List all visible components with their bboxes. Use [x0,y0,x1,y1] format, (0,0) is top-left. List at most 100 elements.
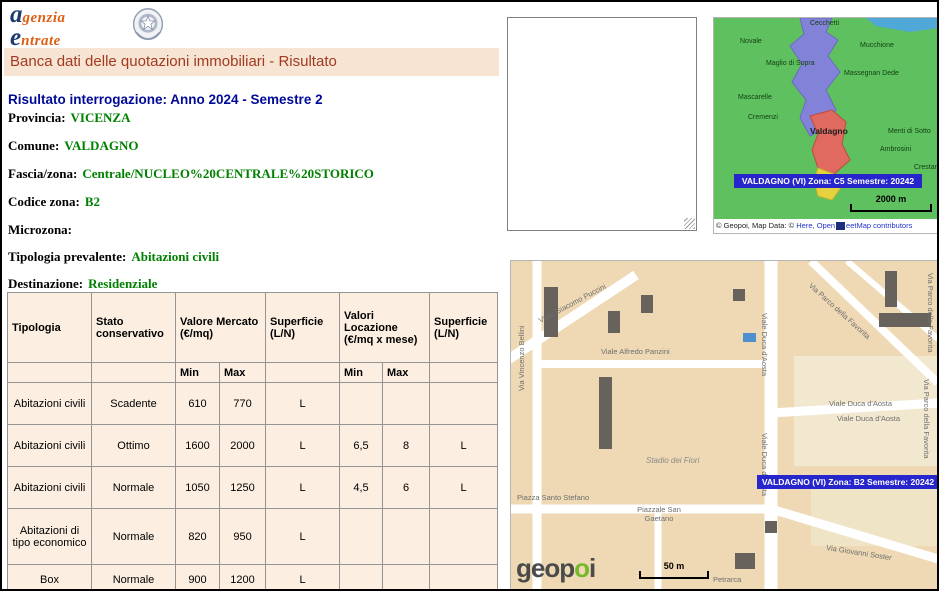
cell-stato: Normale [92,509,176,565]
resize-grip-icon[interactable] [684,218,695,229]
cell-vm-min: 1050 [176,467,220,509]
field-codice-zona: Codice zona:B2 [8,194,100,210]
field-value: Abitazioni civili [131,249,219,264]
cell-tipologia: Abitazioni di tipo economico [8,509,92,565]
zone-map[interactable]: Cecchetti Novale Mucchione Maglio di Sop… [713,17,939,234]
building [765,521,777,533]
table-row: Abitazioni civili Normale 1050 1250 L 4,… [8,467,498,509]
field-label: Destinazione: [8,276,83,291]
field-label: Tipologia prevalente: [8,249,126,264]
cell-tipologia: Abitazioni civili [8,383,92,425]
place-label: Cecchetti [810,20,839,27]
field-tipologia-prevalente: Tipologia prevalente: Abitazioni civili [8,249,219,265]
building [733,289,745,301]
cell-sup2 [430,509,498,565]
field-value: Centrale/NUCLEO%20CENTRALE%20STORICO [82,166,374,181]
col-max-mercato: Max [220,363,266,383]
place-label: Menti di Sotto [888,128,931,135]
col-stato-conservativo: Stato conservativo [92,293,176,363]
result-heading-value: Anno 2024 - Semestre 2 [170,92,322,107]
field-label: Comune: [8,138,59,153]
cell-vl-min: 6,5 [340,425,383,467]
street-label: Piazzale San Gaetano [629,505,689,523]
building [885,271,897,307]
cell-vm-max: 950 [220,509,266,565]
empty-cell [266,363,340,383]
place-label: Ambrosini [880,146,911,153]
col-min-locazione: Min [340,363,383,383]
zone-selection-box[interactable] [507,17,697,231]
table-row: Abitazioni di tipo economico Normale 820… [8,509,498,565]
geopoi-logo-accent: o [574,553,589,583]
building [879,313,931,327]
table-row: Box Normale 900 1200 L [8,565,498,591]
field-fascia-zona: Fascia/zona: Centrale/NUCLEO%20CENTRALE%2… [8,166,374,182]
col-tipologia: Tipologia [8,293,92,363]
italy-emblem-icon [130,6,166,49]
cell-sup2: L [430,425,498,467]
zone-map-scale: 2000 m [850,194,932,212]
place-label: Mascarelle [738,94,772,101]
cell-sup1: L [266,467,340,509]
field-label: Fascia/zona: [8,166,77,181]
cell-sup2: L [430,467,498,509]
street-label: Viale Duca d'Aosta [837,414,900,423]
geopoi-logo-text: i [589,553,595,583]
cell-vm-max: 2000 [220,425,266,467]
scale-bar [850,204,932,212]
street-map-label: VALDAGNO (VI) Zona: B2 Semestre: 20242 [757,475,939,489]
col-superficie-2: Superficie (L/N) [430,293,498,363]
cell-vl-max: 8 [383,425,430,467]
building [641,295,653,313]
street-label: Piazza Santo Stefano [517,493,589,502]
scale-text: 50 m [664,561,685,571]
cell-stato: Scadente [92,383,176,425]
cell-vm-min: 900 [176,565,220,591]
place-label: Crestani [914,164,939,171]
street-label: Viale Duca d'Aosta [760,313,769,376]
building [608,311,620,333]
cell-sup2 [430,565,498,591]
cell-stato: Ottimo [92,425,176,467]
col-max-locazione: Max [383,363,430,383]
logo-text-ntrate: ntrate [21,33,61,49]
cell-vl-max: 6 [383,467,430,509]
street-map-canvas [511,261,938,590]
attribution-text: © Geopoi, Map Data: © [716,221,796,230]
cell-sup1: L [266,425,340,467]
logo-big-e: e [10,24,21,51]
logo-text-genzia: genzia [23,10,66,26]
field-value: B2 [85,194,100,209]
building [735,553,755,569]
agenzia-entrate-logo[interactable]: agenzia entrate [10,5,66,51]
table-row: Abitazioni civili Ottimo 1600 2000 L 6,5… [8,425,498,467]
field-microzona: Microzona: [8,222,77,238]
cell-vl-min [340,383,383,425]
street-map[interactable]: Via Vincenzo Bellini Viale Giacomo Pucci… [510,260,939,591]
place-label: Maglio di Sopra [766,60,815,67]
cell-tipologia: Box [8,565,92,591]
field-value: VALDAGNO [64,138,138,153]
cell-sup1: L [266,509,340,565]
page-title: Banca dati delle quotazioni immobiliari … [4,48,499,76]
map-attribution: © Geopoi, Map Data: © Here, Open eetMap c… [714,219,938,233]
cell-sup2 [430,383,498,425]
scale-text: 2000 m [876,194,907,204]
cell-stato: Normale [92,467,176,509]
field-value: Residenziale [88,276,157,291]
place-label: Valdagno [810,126,848,136]
page: agenzia entrate Banca dati delle quotazi… [0,0,939,591]
field-label: Microzona: [8,222,72,237]
street-label: Viale Alfredo Panzini [601,347,670,356]
cell-vm-min: 1600 [176,425,220,467]
empty-cell [92,363,176,383]
cell-vl-max [383,509,430,565]
col-valori-locazione: Valori Locazione (€/mq x mese) [340,293,430,363]
col-min-mercato: Min [176,363,220,383]
empty-cell [8,363,92,383]
attribution-link[interactable]: Here, Open [796,221,835,230]
attribution-link[interactable]: eetMap contributors [846,221,912,230]
cell-vm-max: 770 [220,383,266,425]
cell-stato: Normale [92,565,176,591]
cell-vm-max: 1250 [220,467,266,509]
